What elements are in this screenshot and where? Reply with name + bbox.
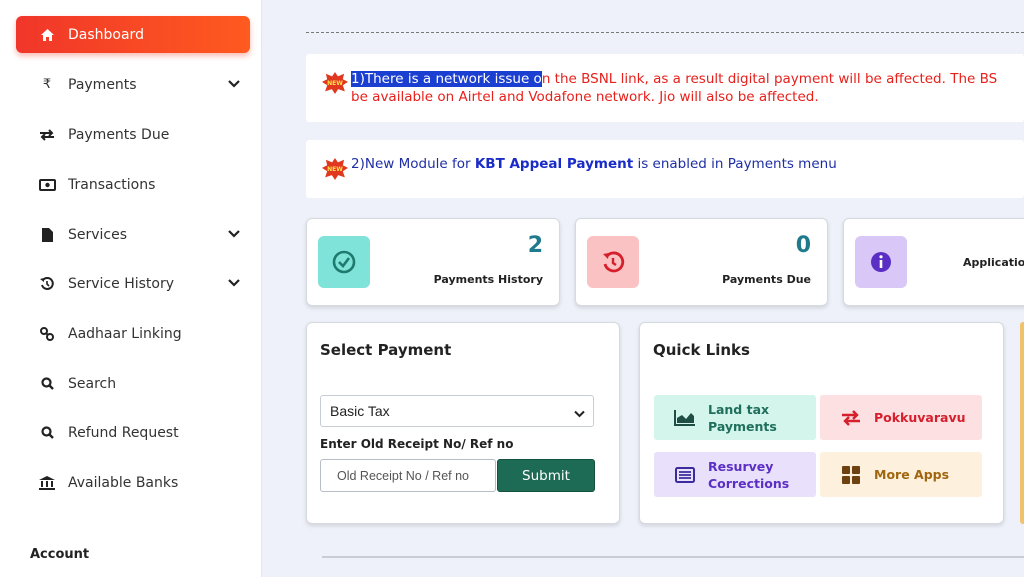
divider [306,32,1024,33]
sidebar: Dashboard ₹ Payments Payments Due Transa… [0,0,262,577]
sidebar-item-payments[interactable]: ₹ Payments [16,66,250,103]
search-icon [38,377,56,390]
grid-icon [840,465,862,484]
quick-link-resurvey[interactable]: Resurvey Corrections [654,452,816,497]
receipt-input[interactable]: Old Receipt No / Ref no [320,459,496,492]
sidebar-item-label: Payments [68,76,137,93]
sidebar-item-label: Search [68,375,117,392]
bank-icon [38,475,56,490]
panel-title: Select Payment [320,341,452,359]
sidebar-item-service-history[interactable]: Service History [16,265,250,302]
stat-label: Applicatio [963,256,1024,269]
sidebar-item-services[interactable]: Services [16,216,250,253]
account-section-label: Account [30,547,90,562]
sidebar-item-label: Payments Due [68,126,170,143]
sidebar-item-available-banks[interactable]: Available Banks [16,464,250,501]
sidebar-item-transactions[interactable]: Transactions [16,166,250,203]
sidebar-item-label: Refund Request [68,424,179,441]
sidebar-item-refund-request[interactable]: Refund Request [16,414,250,451]
new-badge-icon: NEW [322,158,348,180]
quick-link-land-tax[interactable]: Land tax Payments [654,395,816,440]
sidebar-item-search[interactable]: Search [16,365,250,402]
payment-type-select[interactable]: Basic Tax [320,395,594,427]
chevron-down-icon[interactable] [228,275,240,291]
search-icon [38,426,56,439]
chevron-down-icon[interactable] [228,226,240,242]
quick-link-pokkuvaravu[interactable]: Pokkuvaravu [820,395,982,440]
sidebar-item-payments-due[interactable]: Payments Due [16,116,250,153]
check-circle-icon [318,236,370,288]
panel-edge [1020,322,1024,524]
stat-label: Payments Due [722,273,811,286]
history-icon [587,236,639,288]
stat-label: Payments History [433,273,543,286]
home-icon [38,28,56,41]
sidebar-item-dashboard[interactable]: Dashboard [16,16,250,53]
sidebar-item-label: Aadhaar Linking [68,325,182,342]
sidebar-item-label: Available Banks [68,474,179,491]
money-icon [38,178,56,191]
sidebar-item-label: Services [68,226,128,243]
select-payment-panel: Select Payment Basic Tax Enter Old Recei… [306,322,620,524]
notice-text: 2)New Module for KBT Appeal Payment is e… [351,156,837,172]
notice-text: 1)There is a network issue on the BSNL l… [351,71,998,105]
history-icon [38,276,56,291]
link-icon [38,326,56,341]
quick-links-panel: Quick Links Land tax Payments Pokkuvaravu… [639,322,1004,524]
notice-network-issue: NEW 1)There is a network issue on the BS… [306,54,1024,122]
stat-card-payments-history[interactable]: 2 Payments History [306,218,560,306]
stat-value: 0 [795,233,811,258]
file-icon [38,227,56,242]
sidebar-item-label: Transactions [68,176,156,193]
sidebar-item-label: Service History [68,275,174,292]
chevron-down-icon [574,405,585,421]
stat-card-payments-due[interactable]: 0 Payments Due [575,218,828,306]
swap-icon [840,409,862,426]
chevron-down-icon[interactable] [228,76,240,92]
swap-icon [38,128,56,141]
panel-title: Quick Links [653,341,750,359]
submit-button[interactable]: Submit [497,459,595,492]
chart-icon [674,409,696,426]
stat-card-applications[interactable]: Applicatio [843,218,1024,306]
rupee-icon: ₹ [42,77,52,92]
divider [322,556,1024,558]
sidebar-item-label: Dashboard [68,26,144,43]
new-badge-icon: NEW [322,72,348,94]
notice-new-module: NEW 2)New Module for KBT Appeal Payment … [306,140,1024,198]
list-icon [674,466,696,483]
sidebar-item-aadhaar-linking[interactable]: Aadhaar Linking [16,315,250,352]
quick-link-more-apps[interactable]: More Apps [820,452,982,497]
stat-value: 2 [527,233,543,258]
receipt-label: Enter Old Receipt No/ Ref no [320,437,514,451]
info-icon [855,236,907,288]
